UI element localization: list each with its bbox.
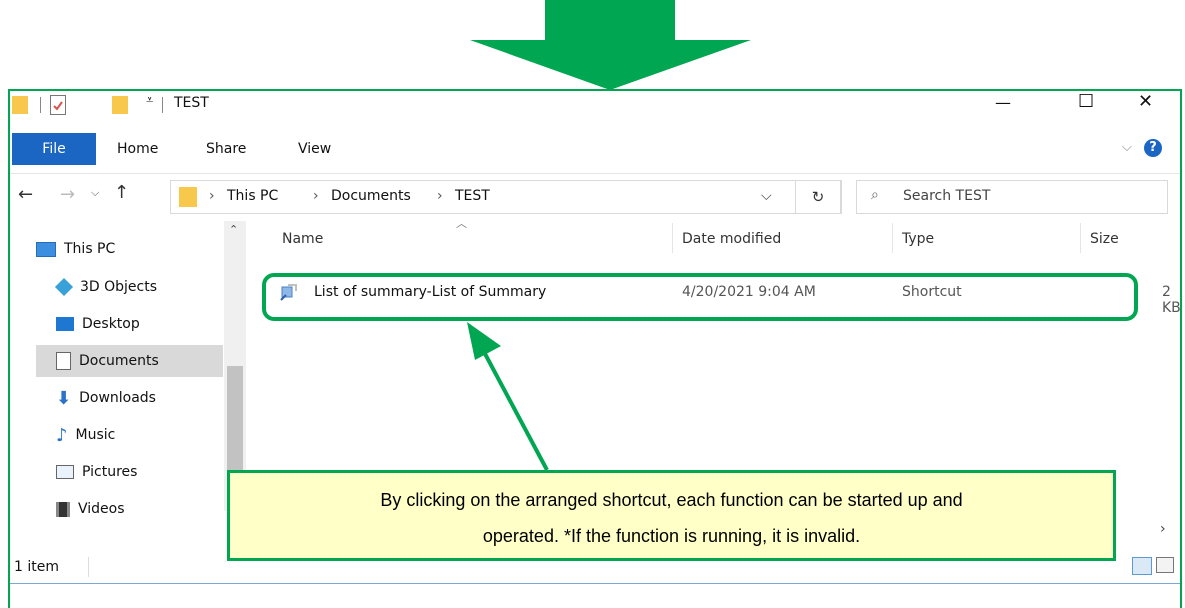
sidebar-item-label: Documents [79, 353, 159, 369]
window-title: TEST [174, 95, 209, 111]
checklist-icon[interactable] [50, 95, 66, 115]
folder-icon [179, 187, 197, 207]
breadcrumb-test[interactable]: TEST [455, 188, 490, 204]
navigation-bar: ← → ⌵ ↑ › This PC › Documents › TEST ⌵ ↻… [10, 173, 1180, 214]
callout-line-2: operated. *If the function is running, i… [482, 526, 861, 546]
cube-icon [54, 277, 74, 297]
breadcrumb-separator: › [313, 188, 319, 204]
tab-home[interactable]: Home [117, 133, 158, 165]
column-divider [1080, 223, 1081, 253]
sidebar-item-label: Pictures [82, 464, 138, 480]
sidebar-item-3d-objects[interactable]: 3D Objects [54, 271, 242, 303]
video-icon [56, 501, 70, 517]
title-bar: ⩡ TEST — ☐ ✕ [10, 91, 1180, 121]
minimize-button[interactable]: — [995, 93, 1011, 112]
search-placeholder: Search TEST [903, 188, 991, 204]
ribbon: File Home Share View ⌵ ? [10, 133, 1180, 165]
address-bar[interactable]: › This PC › Documents › TEST ⌵ [170, 180, 842, 214]
callout-line-1: By clicking on the arranged shortcut, ea… [380, 490, 963, 510]
separator [40, 97, 41, 113]
sidebar-item-documents[interactable]: Documents [36, 345, 223, 377]
download-icon: ⬇ [56, 387, 72, 409]
breadcrumb-separator: › [209, 188, 215, 204]
sidebar-item-label: Downloads [79, 390, 156, 406]
sidebar-item-pictures[interactable]: Pictures [56, 456, 242, 488]
navigation-pane: This PC 3D Objects Desktop Documents ⬇ D… [10, 221, 225, 517]
sidebar-item-label: This PC [64, 241, 116, 257]
sidebar-item-downloads[interactable]: ⬇ Downloads [56, 382, 242, 414]
back-arrow-icon[interactable]: ← [18, 184, 33, 205]
column-divider [672, 223, 673, 253]
breadcrumb-separator: › [437, 188, 443, 204]
column-header-type[interactable]: Type [902, 231, 934, 247]
sidebar-item-videos[interactable]: Videos [56, 493, 242, 525]
item-count: 1 item [14, 559, 59, 575]
sidebar-item-label: 3D Objects [80, 279, 158, 295]
file-size: 2 KB [1162, 284, 1181, 316]
large-icons-view-icon[interactable] [1156, 557, 1174, 573]
shortcut-highlight [262, 273, 1138, 321]
sidebar-item-label: Desktop [82, 316, 140, 332]
column-header-name[interactable]: Name [282, 231, 323, 247]
new-folder-icon[interactable] [112, 96, 128, 114]
sidebar-item-desktop[interactable]: Desktop [56, 308, 242, 340]
tab-file[interactable]: File [12, 133, 96, 165]
column-header-size[interactable]: Size [1090, 231, 1119, 247]
address-dropdown-icon[interactable]: ⌵ [761, 188, 772, 204]
navigation-scrollbar[interactable]: ⌃ [224, 221, 246, 511]
pictures-icon [56, 465, 74, 479]
sidebar-item-label: Music [75, 427, 116, 443]
folder-icon [12, 96, 28, 114]
separator [88, 557, 89, 577]
breadcrumb-this-pc[interactable]: This PC [227, 188, 278, 204]
sidebar-item-music[interactable]: ♪ Music [56, 419, 242, 451]
column-divider [892, 223, 893, 253]
search-icon: ⌕ [871, 187, 879, 203]
help-button[interactable]: ? [1144, 139, 1162, 157]
sidebar-item-label: Videos [78, 501, 125, 517]
column-header-row: ︿ Name Date modified Type Size [280, 217, 1180, 253]
scroll-up-icon[interactable]: ⌃ [229, 223, 238, 236]
details-view-icon[interactable] [1132, 557, 1152, 575]
document-icon [56, 352, 71, 370]
separator [162, 97, 163, 113]
tab-view[interactable]: View [298, 133, 331, 165]
breadcrumb-documents[interactable]: Documents [331, 188, 411, 204]
search-input[interactable]: ⌕ Search TEST [856, 180, 1168, 214]
pointer-arrow-icon [467, 322, 549, 471]
maximize-button[interactable]: ☐ [1078, 91, 1094, 112]
down-arrow-icon [470, 0, 751, 90]
column-header-date[interactable]: Date modified [682, 231, 781, 247]
qat-dropdown-icon[interactable]: ⩡ [146, 93, 153, 108]
sort-indicator-icon: ︿ [456, 217, 467, 230]
close-button[interactable]: ✕ [1138, 91, 1153, 112]
instruction-callout: By clicking on the arranged shortcut, ea… [227, 470, 1116, 561]
sidebar-item-this-pc[interactable]: This PC [36, 233, 222, 265]
up-arrow-icon[interactable]: ↑ [114, 182, 129, 203]
desktop-icon [56, 317, 74, 331]
tab-share[interactable]: Share [206, 133, 246, 165]
forward-arrow-icon[interactable]: → [60, 184, 75, 205]
music-icon: ♪ [56, 424, 68, 446]
expand-ribbon-icon[interactable]: ⌵ [1122, 140, 1132, 155]
scroll-right-icon[interactable]: › [1160, 521, 1166, 537]
recent-dropdown-icon[interactable]: ⌵ [91, 186, 99, 200]
refresh-icon[interactable]: ↻ [795, 180, 841, 214]
monitor-icon [36, 241, 56, 257]
